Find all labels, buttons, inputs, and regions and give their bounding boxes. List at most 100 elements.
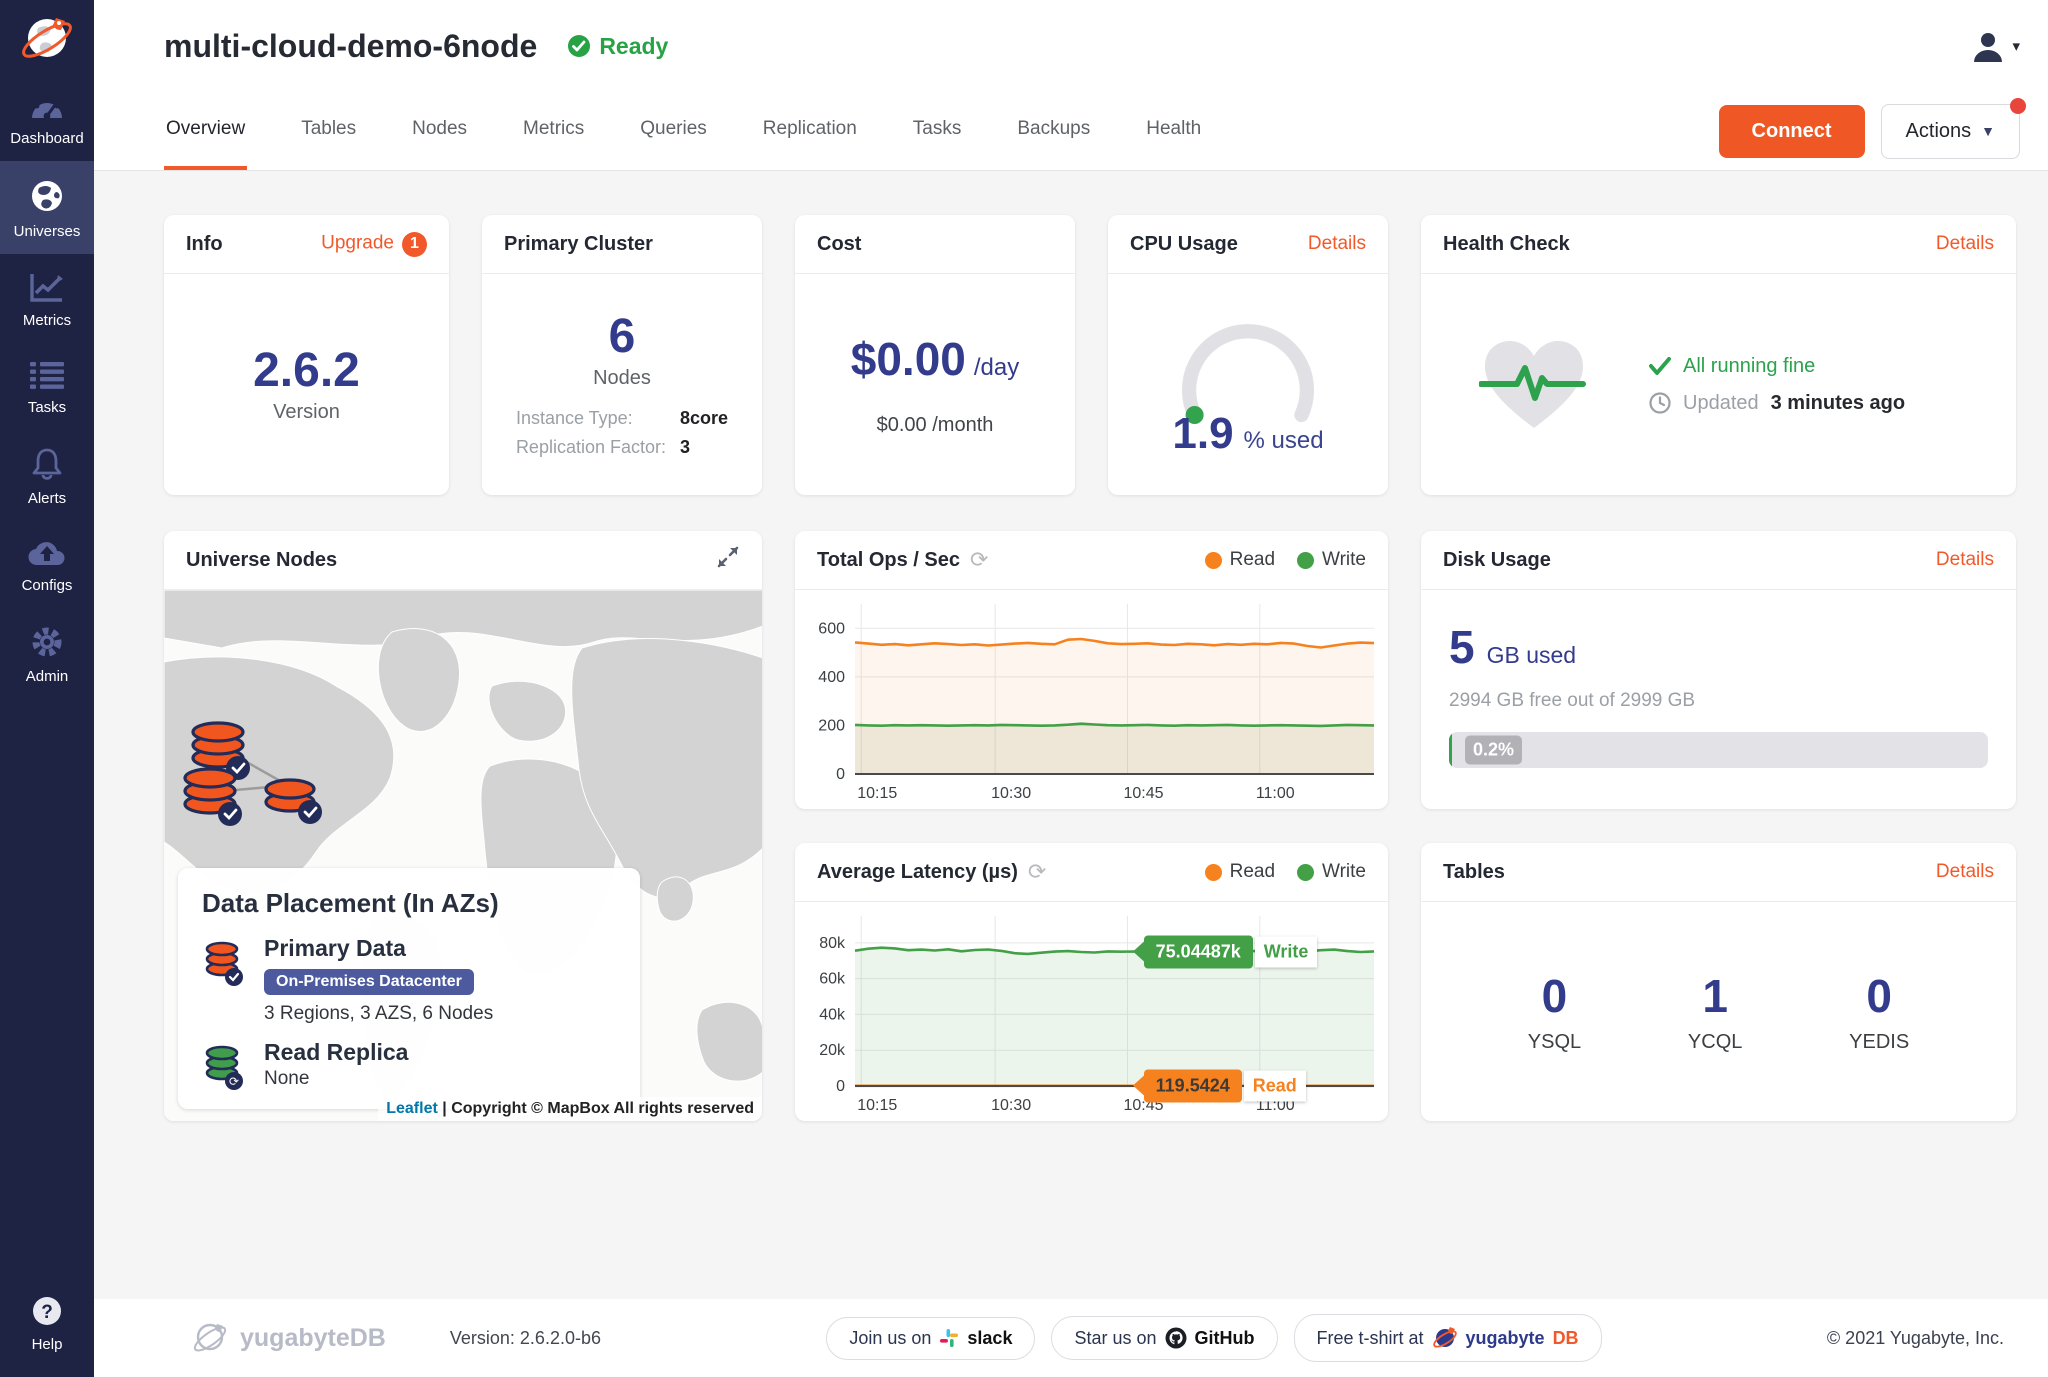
svg-text:10:30: 10:30 xyxy=(991,1097,1031,1114)
disk-details-link[interactable]: Details xyxy=(1936,549,1994,571)
replication-factor-value: 3 xyxy=(680,437,728,458)
svg-text:10:15: 10:15 xyxy=(857,785,897,802)
sidebar-item-label: Help xyxy=(32,1336,63,1353)
health-updated-value: 3 minutes ago xyxy=(1771,392,1905,415)
sidebar-item-universes[interactable]: Universes xyxy=(0,161,94,254)
version-label: Version xyxy=(273,401,340,424)
tab-nodes[interactable]: Nodes xyxy=(410,92,469,170)
tab-tasks[interactable]: Tasks xyxy=(911,92,964,170)
sidebar-item-alerts[interactable]: Alerts xyxy=(0,430,94,521)
tab-queries[interactable]: Queries xyxy=(638,92,709,170)
github-button[interactable]: Star us on GitHub xyxy=(1051,1316,1277,1360)
tab-metrics[interactable]: Metrics xyxy=(521,92,586,170)
card-title: Universe Nodes xyxy=(186,549,337,572)
primary-data-desc: 3 Regions, 3 AZS, 6 Nodes xyxy=(264,1003,493,1025)
svg-text:80k: 80k xyxy=(819,935,846,952)
tab-health[interactable]: Health xyxy=(1144,92,1203,170)
sidebar-item-dashboard[interactable]: Dashboard xyxy=(0,74,94,161)
cpu-usage-card: CPU Usage Details 1.9 % used xyxy=(1108,215,1388,495)
planet-icon xyxy=(18,10,76,68)
cloud-upload-icon xyxy=(27,538,67,568)
sidebar-item-admin[interactable]: Admin xyxy=(0,608,94,699)
ycql-count: 1 YCQL xyxy=(1688,969,1742,1054)
tab-backups[interactable]: Backups xyxy=(1015,92,1092,170)
yugabyte-logo-gray xyxy=(190,1318,230,1358)
total-ops-chart[interactable]: 020040060010:1510:3010:4511:00 xyxy=(799,590,1384,806)
card-title: Disk Usage xyxy=(1443,549,1551,572)
sidebar-item-metrics[interactable]: Metrics xyxy=(0,254,94,343)
chevron-down-icon: ▼ xyxy=(1981,123,1995,139)
health-check-card: Health Check Details All running fine xyxy=(1421,215,2016,495)
avg-latency-card: Average Latency (µs) ⟳ Read Write 020k40… xyxy=(795,843,1388,1121)
svg-text:?: ? xyxy=(41,1302,53,1323)
actions-button[interactable]: Actions ▼ xyxy=(1881,104,2020,159)
sidebar-item-tasks[interactable]: Tasks xyxy=(0,343,94,430)
tab-tables[interactable]: Tables xyxy=(299,92,358,170)
list-icon xyxy=(29,360,65,390)
yugabyte-planet-logo[interactable] xyxy=(0,0,94,74)
gauge-icon xyxy=(28,91,66,121)
connect-button[interactable]: Connect xyxy=(1719,105,1865,158)
tshirt-button[interactable]: Free t-shirt at yugabyteDB xyxy=(1294,1314,1602,1362)
chart-legend: Read Write xyxy=(1205,549,1366,571)
notification-dot xyxy=(2010,98,2026,114)
svg-text:200: 200 xyxy=(818,717,845,734)
svg-text:10:45: 10:45 xyxy=(1123,785,1163,802)
version-value: 2.6.2 xyxy=(253,345,360,398)
leaflet-link[interactable]: Leaflet xyxy=(386,1100,438,1117)
bell-icon xyxy=(30,447,64,481)
svg-text:0: 0 xyxy=(836,1078,845,1095)
cost-day-unit: /day xyxy=(974,354,1019,382)
refresh-icon[interactable]: ⟳ xyxy=(1028,859,1046,885)
slack-icon xyxy=(939,1328,959,1348)
sidebar-item-configs[interactable]: Configs xyxy=(0,521,94,608)
tab-replication[interactable]: Replication xyxy=(761,92,859,170)
disk-percent-badge: 0.2% xyxy=(1465,735,1522,764)
expand-icon[interactable] xyxy=(716,545,740,575)
avg-latency-chart[interactable]: 020k40k60k80k10:1510:3010:4511:0075.0448… xyxy=(799,902,1384,1118)
card-title: Primary Cluster xyxy=(504,233,653,256)
nodes-label: Nodes xyxy=(593,367,651,390)
read-legend-dot xyxy=(1205,864,1222,881)
slack-button[interactable]: Join us on slack xyxy=(826,1317,1035,1360)
chart-icon xyxy=(29,271,65,303)
clock-icon xyxy=(1649,392,1671,414)
refresh-icon[interactable]: ⟳ xyxy=(970,547,988,573)
sidebar-item-help[interactable]: ? Help xyxy=(0,1278,94,1367)
read-replica-label: Read Replica xyxy=(264,1039,408,1066)
value-marker-write: 75.04487kWrite xyxy=(1133,935,1318,968)
total-ops-card: Total Ops / Sec ⟳ Read Write 02004006001… xyxy=(795,531,1388,809)
user-menu[interactable]: ▾ xyxy=(1970,28,2020,64)
chart-title: Total Ops / Sec xyxy=(817,549,960,572)
cpu-details-link[interactable]: Details xyxy=(1308,233,1366,255)
universe-nodes-card: Universe Nodes xyxy=(164,531,762,1121)
instance-type-value: 8core xyxy=(680,408,728,429)
github-icon xyxy=(1165,1327,1187,1349)
disk-usage-card: Disk Usage Details 5 GB used 2994 GB fre… xyxy=(1421,531,2016,809)
read-replica-icon: ⟳ xyxy=(202,1039,246,1091)
disk-usage-bar: 0.2% xyxy=(1449,732,1988,768)
health-details-link[interactable]: Details xyxy=(1936,233,1994,255)
instance-type-label: Instance Type: xyxy=(516,408,666,429)
nodes-count: 6 xyxy=(609,311,636,364)
svg-text:11:00: 11:00 xyxy=(1256,785,1295,802)
footer-version: Version: 2.6.2.0-b6 xyxy=(450,1328,601,1349)
world-map[interactable]: Data Placement (In AZs) xyxy=(164,590,762,1121)
status-badge: Ready xyxy=(567,33,668,60)
primary-data-label: Primary Data xyxy=(264,935,493,962)
tab-overview[interactable]: Overview xyxy=(164,92,247,170)
placement-title: Data Placement (In AZs) xyxy=(202,888,616,919)
sidebar-item-label: Dashboard xyxy=(10,130,83,147)
disk-used-value: 5 xyxy=(1449,620,1475,674)
sidebar-item-label: Universes xyxy=(14,223,81,240)
disk-used-unit: GB used xyxy=(1487,642,1577,669)
cpu-percent-unit: % used xyxy=(1244,427,1324,455)
tables-details-link[interactable]: Details xyxy=(1936,861,1994,883)
sidebar: Dashboard Universes Metrics Tasks xyxy=(0,0,94,1377)
upgrade-count-badge: 1 xyxy=(402,232,427,257)
svg-text:⟳: ⟳ xyxy=(229,1075,239,1089)
sidebar-item-label: Alerts xyxy=(28,490,66,507)
read-legend-dot xyxy=(1205,552,1222,569)
upgrade-link[interactable]: Upgrade1 xyxy=(321,232,427,257)
cost-per-day: $0.00 xyxy=(851,332,966,386)
